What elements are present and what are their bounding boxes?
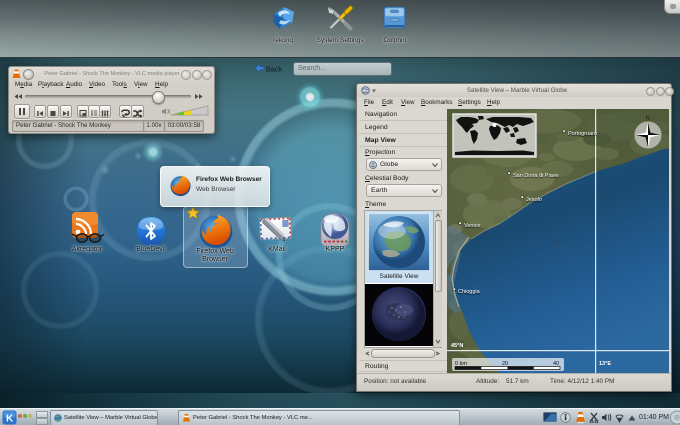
svg-text:N: N: [646, 116, 650, 122]
svg-text:Portogruaro: Portogruaro: [568, 131, 597, 137]
svg-text:Back: Back: [266, 64, 282, 73]
svg-text:20: 20: [502, 361, 508, 367]
svg-text:Jesolo: Jesolo: [526, 197, 542, 203]
svg-text:13°E: 13°E: [599, 361, 611, 367]
svg-text:Chioggia: Chioggia: [458, 289, 481, 295]
svg-text:40: 40: [553, 361, 559, 367]
svg-text:K: K: [6, 414, 14, 425]
svg-text:Venice: Venice: [464, 223, 481, 229]
svg-text:45°N: 45°N: [451, 343, 463, 349]
svg-text:0 km: 0 km: [455, 361, 467, 367]
svg-text:San Donà di Piave: San Donà di Piave: [513, 173, 559, 179]
